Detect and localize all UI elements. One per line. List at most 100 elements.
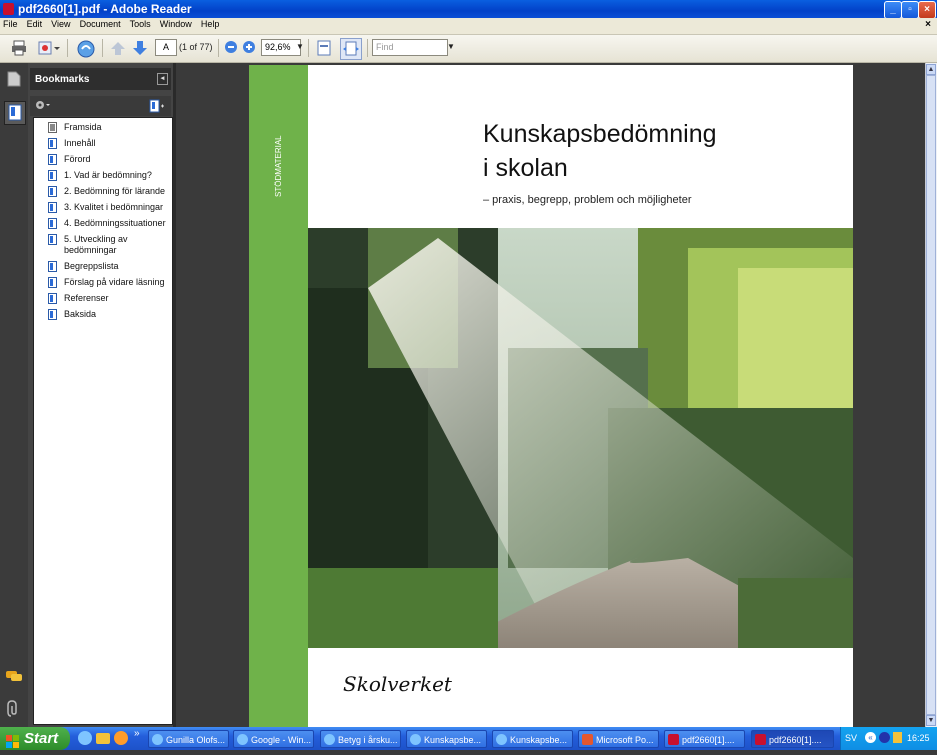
page-count: (1 of 77)	[179, 42, 213, 52]
bookmark-referenser[interactable]: Referenser	[34, 293, 172, 304]
bookmark-icon	[48, 309, 57, 320]
zoom-dropdown-chevron-icon[interactable]: ▼	[296, 42, 304, 58]
menu-tools[interactable]: Tools	[127, 18, 154, 30]
adobe-reader-icon	[3, 3, 14, 15]
new-bookmark-icon[interactable]	[149, 99, 165, 116]
bookmark-chapter-5[interactable]: 5. Utveckling av bedömningar	[34, 234, 172, 256]
taskbar-item[interactable]: Google - Win...	[233, 730, 314, 748]
bookmark-framsida[interactable]: Framsida	[34, 122, 172, 133]
ie-quicklaunch-icon[interactable]	[78, 731, 92, 745]
page-number-input[interactable]: A	[155, 39, 177, 56]
zoom-level-select[interactable]: 92,6%	[261, 39, 301, 56]
start-button[interactable]: Start	[0, 727, 70, 750]
taskbar-item[interactable]: pdf2660[1]....	[664, 730, 745, 748]
menu-bar: File Edit View Document Tools Window Hel…	[0, 18, 937, 35]
document-close-button[interactable]: ×	[925, 19, 931, 30]
print-icon[interactable]	[11, 40, 27, 56]
bookmark-innehall[interactable]: Innehåll	[34, 138, 172, 149]
bookmark-icon	[48, 154, 57, 165]
bookmark-chapter-3[interactable]: 3. Kvalitet i bedömningar	[34, 202, 172, 213]
pages-panel-icon[interactable]	[7, 71, 21, 90]
taskbar-item[interactable]: Kunskapsbe...	[492, 730, 573, 748]
find-input[interactable]: Find	[372, 39, 448, 56]
tray-shield-icon[interactable]	[879, 732, 890, 743]
maximize-button[interactable]: ▫	[901, 1, 919, 19]
title-bar: pdf2660[1].pdf - Adobe Reader _ ▫ ×	[0, 0, 937, 19]
clock: 16:25	[907, 733, 930, 743]
ie-icon	[237, 734, 248, 745]
bookmarks-toolbar	[30, 96, 171, 116]
bookmark-chapter-1[interactable]: 1. Vad är bedömning?	[34, 170, 172, 181]
tray-security-icon[interactable]	[893, 732, 902, 743]
bookmark-icon	[48, 234, 57, 245]
bookmark-begreppslista[interactable]: Begreppslista	[34, 261, 172, 272]
bookmark-chapter-4[interactable]: 4. Bedömningssituationer	[34, 218, 172, 229]
quicklaunch-more-icon[interactable]: »	[134, 728, 140, 739]
cover-title-line-1: Kunskapsbedömning	[483, 120, 717, 148]
toolbar: A (1 of 77) 92,6% ▼ Find ▼	[0, 35, 937, 63]
bookmark-icon	[48, 202, 57, 213]
next-page-icon[interactable]	[132, 40, 148, 56]
firefox-quicklaunch-icon[interactable]	[114, 731, 128, 745]
taskbar-item-active[interactable]: pdf2660[1]....	[751, 730, 834, 748]
language-indicator[interactable]: SV	[845, 733, 857, 743]
fit-page-icon[interactable]	[317, 40, 331, 56]
bookmarks-list: Framsida Innehåll Förord 1. Vad är bedöm…	[33, 117, 173, 725]
menu-window[interactable]: Window	[157, 18, 195, 30]
bookmarks-title: Bookmarks	[35, 74, 90, 85]
adobe-reader-icon	[755, 734, 766, 745]
cover-forest-photo	[308, 228, 853, 648]
menu-edit[interactable]: Edit	[24, 18, 46, 30]
previous-page-icon[interactable]	[110, 40, 126, 56]
ie-icon	[410, 734, 421, 745]
taskbar-item[interactable]: Betyg i årsku...	[320, 730, 401, 748]
bookmarks-header: Bookmarks ◂	[30, 68, 171, 90]
hand-tool-icon[interactable]	[76, 40, 98, 58]
tray-back-arrow-icon[interactable]: «	[865, 732, 876, 743]
taskbar-item[interactable]: Gunilla Olofs...	[148, 730, 229, 748]
adobe-reader-icon	[668, 734, 679, 745]
bookmark-forord[interactable]: Förord	[34, 154, 172, 165]
scroll-down-arrow-icon[interactable]: ▼	[926, 715, 936, 726]
cover-title-line-2: i skolan	[483, 154, 568, 182]
powerpoint-icon	[582, 734, 593, 745]
share-icon[interactable]	[38, 40, 60, 56]
menu-document[interactable]: Document	[77, 18, 124, 30]
find-dropdown-chevron-icon[interactable]: ▼	[447, 42, 455, 58]
system-tray: SV « 16:25	[840, 727, 937, 750]
bookmark-icon	[48, 186, 57, 197]
bookmark-icon	[48, 261, 57, 272]
windows-logo-icon	[6, 732, 20, 755]
menu-help[interactable]: Help	[198, 18, 223, 30]
options-gear-icon[interactable]	[34, 99, 52, 114]
bookmark-icon	[48, 293, 57, 304]
bookmarks-panel-icon[interactable]	[4, 101, 26, 125]
minimize-button[interactable]: _	[884, 1, 902, 19]
menu-file[interactable]: File	[0, 18, 21, 30]
zoom-in-icon[interactable]	[242, 40, 256, 56]
collapse-panel-button[interactable]: ◂	[157, 73, 168, 85]
bookmark-forslag[interactable]: Förslag på vidare läsning	[34, 277, 172, 288]
bookmark-page-icon	[48, 122, 57, 133]
zoom-out-icon[interactable]	[224, 40, 238, 56]
taskbar-item[interactable]: Kunskapsbe...	[406, 730, 487, 748]
cover-side-label: STÖDMATERIAL	[274, 135, 283, 197]
ie-icon	[152, 734, 163, 745]
menu-view[interactable]: View	[48, 18, 73, 30]
attachments-paperclip-icon[interactable]	[7, 700, 21, 721]
folder-quicklaunch-icon[interactable]	[96, 733, 110, 744]
close-button[interactable]: ×	[918, 1, 936, 19]
bookmark-chapter-2[interactable]: 2. Bedömning för lärande	[34, 186, 172, 197]
window-title: pdf2660[1].pdf - Adobe Reader	[18, 2, 192, 16]
cover-subtitle: – praxis, begrepp, problem och möjlighet…	[483, 194, 692, 206]
comments-icon[interactable]	[5, 669, 23, 686]
scroll-up-arrow-icon[interactable]: ▲	[926, 64, 936, 75]
bookmark-baksida[interactable]: Baksida	[34, 309, 172, 320]
bookmark-icon	[48, 218, 57, 229]
scrollbar-thumb[interactable]	[926, 75, 936, 715]
bookmark-icon	[48, 138, 57, 149]
fit-width-icon[interactable]	[340, 38, 362, 60]
taskbar-item[interactable]: Microsoft Po...	[578, 730, 659, 748]
ie-icon	[324, 734, 335, 745]
skolverket-logo: Skolverket	[343, 672, 452, 696]
